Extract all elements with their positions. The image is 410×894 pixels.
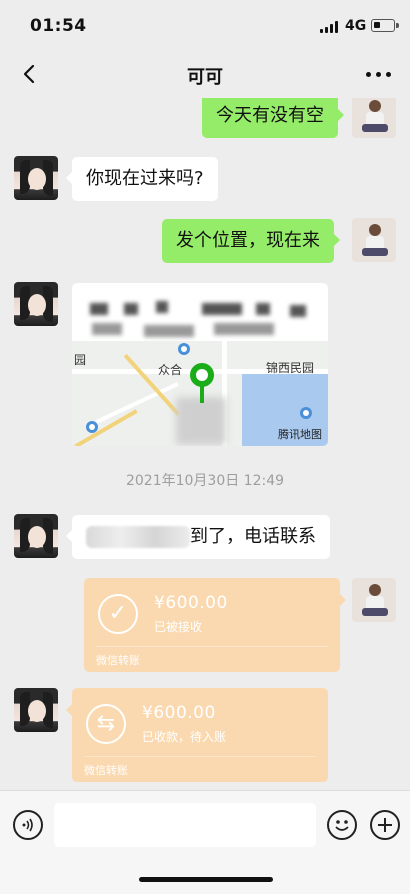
more-functions-button[interactable] bbox=[370, 810, 400, 840]
map-poi-icon bbox=[178, 343, 190, 355]
transfer-card-received[interactable]: ⇆ ¥600.00 已收款，待入账 微信转账 bbox=[66, 688, 328, 782]
location-map[interactable]: 园 众合 锦西民园 腾讯地图 bbox=[72, 341, 328, 446]
contact-avatar[interactable] bbox=[14, 688, 58, 732]
transfer-footer: 微信转账 bbox=[96, 654, 140, 667]
network-label: 4G bbox=[345, 18, 367, 34]
plus-icon bbox=[378, 818, 392, 832]
smiley-icon bbox=[335, 820, 349, 831]
message-input[interactable] bbox=[54, 803, 316, 847]
location-address-redacted bbox=[84, 295, 316, 339]
transfer-amount: ¥600.00 bbox=[154, 593, 228, 613]
input-bar bbox=[0, 790, 410, 894]
message-bubble-outgoing[interactable]: 今天有没有空 bbox=[202, 98, 344, 138]
transfer-status: 已收款，待入账 bbox=[142, 730, 227, 744]
map-label: 锦西民园 bbox=[266, 361, 315, 375]
status-bar: 01:54 4G bbox=[0, 0, 410, 50]
transfer-arrows-icon: ⇆ bbox=[86, 704, 126, 744]
nav-bar: 可可 bbox=[0, 50, 410, 98]
map-poi-icon bbox=[300, 407, 312, 419]
my-avatar[interactable] bbox=[352, 218, 396, 262]
signal-icon bbox=[320, 21, 340, 33]
message-bubble-outgoing[interactable]: 发个位置，现在来 bbox=[162, 219, 340, 263]
status-time: 01:54 bbox=[30, 16, 87, 36]
contact-avatar[interactable] bbox=[14, 156, 58, 200]
transfer-footer: 微信转账 bbox=[84, 764, 128, 777]
transfer-card-sent[interactable]: ✓ ¥600.00 已被接收 微信转账 bbox=[84, 578, 346, 672]
timestamp: 2021年10月30日 12:49 bbox=[125, 473, 285, 489]
chat-title: 可可 bbox=[187, 67, 223, 88]
redacted-text bbox=[86, 526, 190, 548]
my-avatar[interactable] bbox=[352, 98, 396, 138]
message-text: 到了，电话联系 bbox=[190, 526, 316, 547]
chat-screen: 01:54 4G 可可 今天有没有空 你现在过来吗? 发个位置，现在来 园 众合… bbox=[0, 0, 410, 894]
message-bubble-incoming[interactable]: 到了，电话联系 bbox=[66, 515, 330, 559]
map-label: 众合 bbox=[158, 363, 183, 377]
message-bubble-incoming[interactable]: 你现在过来吗? bbox=[66, 157, 218, 201]
transfer-status: 已被接收 bbox=[154, 620, 203, 634]
battery-icon bbox=[371, 19, 399, 32]
voice-input-button[interactable] bbox=[13, 810, 43, 840]
message-list[interactable]: 今天有没有空 你现在过来吗? 发个位置，现在来 园 众合 锦西民园 腾讯地图 2… bbox=[0, 98, 410, 790]
location-pin-icon bbox=[190, 363, 214, 387]
checkmark-icon: ✓ bbox=[98, 594, 138, 634]
voice-icon bbox=[22, 818, 33, 832]
map-label: 园 bbox=[74, 353, 87, 367]
redacted-area bbox=[176, 397, 226, 445]
contact-avatar[interactable] bbox=[14, 514, 58, 558]
map-poi-icon bbox=[86, 421, 98, 433]
map-brand-label: 腾讯地图 bbox=[278, 428, 322, 441]
contact-avatar[interactable] bbox=[14, 282, 58, 326]
transfer-amount: ¥600.00 bbox=[142, 703, 216, 723]
more-options-icon[interactable] bbox=[366, 72, 392, 78]
my-avatar[interactable] bbox=[352, 578, 396, 622]
home-indicator[interactable] bbox=[139, 877, 273, 882]
emoji-button[interactable] bbox=[327, 810, 357, 840]
location-message-card[interactable]: 园 众合 锦西民园 腾讯地图 bbox=[72, 283, 328, 446]
